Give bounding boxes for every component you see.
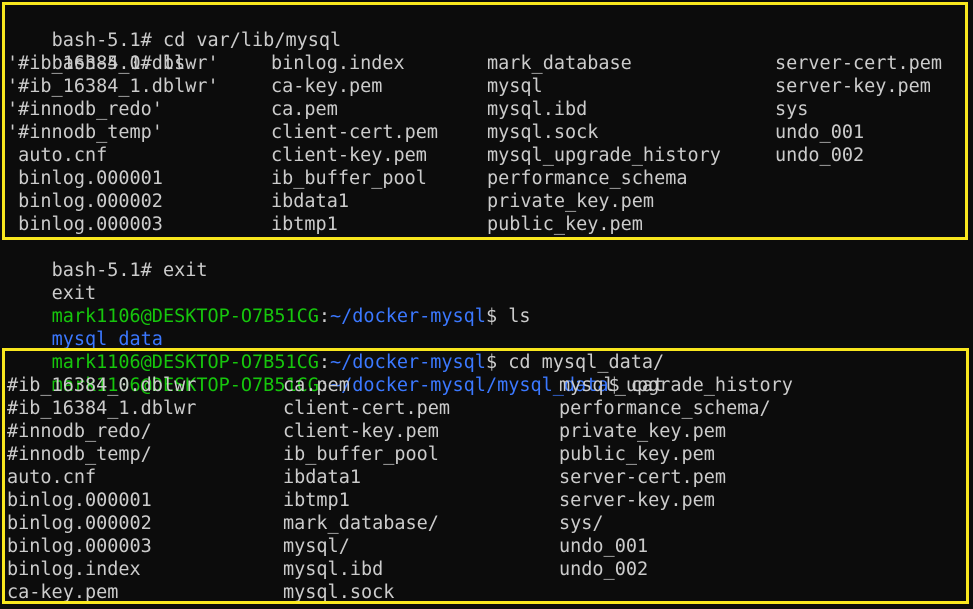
file-name: binlog.000002 <box>7 191 163 212</box>
prompt-separator: : <box>318 306 331 327</box>
file-name: mysql.sock <box>283 582 395 603</box>
file-name: private_key.pem <box>487 191 655 212</box>
file-name: '#ib_16384_0.dblwr' <box>7 53 219 74</box>
file-name: server-cert.pem <box>775 53 943 74</box>
file-name: ca.pem <box>271 99 338 120</box>
file-name: mysql.sock <box>487 122 599 143</box>
file-name: ca.pem <box>283 375 350 396</box>
file-name: mysql/ <box>283 536 350 557</box>
file-name: sys/ <box>559 513 604 534</box>
file-name: public_key.pem <box>487 214 643 235</box>
file-name: ibtmp1 <box>283 490 350 511</box>
terminal-window[interactable]: bash-5.1# cd var/lib/mysql bash-5.1# ls … <box>0 0 973 609</box>
file-name: binlog.000001 <box>7 490 152 511</box>
file-name: binlog.000003 <box>7 214 163 235</box>
prompt-dollar: $ <box>485 306 498 327</box>
file-name: mysql <box>487 76 543 97</box>
file-name: client-key.pem <box>271 145 427 166</box>
terminal-line-prompt-ls: mark1106@DESKTOP-O7B51CG:~/docker-mysql$… <box>7 282 531 327</box>
terminal-line-prompt-cat: mark1106@DESKTOP-O7B51CG:~/docker-mysql/… <box>7 351 665 396</box>
file-name: mysql_upgrade_history <box>487 145 721 166</box>
file-name: ca-key.pem <box>271 76 383 97</box>
file-name: ca-key.pem <box>7 582 119 603</box>
file-name: server-key.pem <box>775 76 931 97</box>
file-name: #ib_16384_1.dblwr <box>7 398 197 419</box>
terminal-line-exit-output: exit <box>7 259 97 304</box>
command-text: ls <box>497 306 531 327</box>
file-name: undo_001 <box>775 122 865 143</box>
file-name: #innodb_temp/ <box>7 444 152 465</box>
terminal-line-ls: bash-5.1# ls <box>7 29 186 74</box>
file-name: mysql.ibd <box>487 99 588 120</box>
file-name: ib_buffer_pool <box>283 444 439 465</box>
file-name: client-key.pem <box>283 421 439 442</box>
file-name: ibdata1 <box>283 467 361 488</box>
file-name: binlog.000001 <box>7 168 163 189</box>
file-name: performance_schema <box>487 168 688 189</box>
file-name: client-cert.pem <box>283 398 451 419</box>
file-name: undo_002 <box>559 559 649 580</box>
file-name: binlog.index <box>7 559 141 580</box>
file-name: ib_buffer_pool <box>271 168 427 189</box>
file-name: private_key.pem <box>559 421 727 442</box>
file-name: server-cert.pem <box>559 467 727 488</box>
file-name: auto.cnf <box>7 467 97 488</box>
terminal-line-cd-mysql: bash-5.1# cd var/lib/mysql <box>7 6 342 51</box>
file-name: mark_database/ <box>283 513 439 534</box>
file-name: auto.cnf <box>7 145 108 166</box>
file-name: ibtmp1 <box>271 214 338 235</box>
file-name: server-key.pem <box>559 490 715 511</box>
file-name: undo_001 <box>559 536 649 557</box>
prompt-path: ~/docker-mysql <box>330 306 486 327</box>
file-name: mark_database <box>487 53 632 74</box>
file-name: binlog.000002 <box>7 513 152 534</box>
terminal-line-ls-output: mysql_data <box>7 305 163 350</box>
file-name: ibdata1 <box>271 191 349 212</box>
file-name: public_key.pem <box>559 444 715 465</box>
file-name: performance_schema/ <box>559 398 771 419</box>
file-name: mysql_upgrade_history <box>559 375 793 396</box>
file-name: binlog.000003 <box>7 536 152 557</box>
terminal-line-prompt-cd: mark1106@DESKTOP-O7B51CG:~/docker-mysql$… <box>7 328 665 373</box>
file-name: mysql.ibd <box>283 559 384 580</box>
file-name: sys <box>775 99 809 120</box>
file-name: #ib_16384_0.dblwr <box>7 375 197 396</box>
file-name: #innodb_redo/ <box>7 421 152 442</box>
file-name: client-cert.pem <box>271 122 439 143</box>
file-name: binlog.index <box>271 53 405 74</box>
file-name: '#ib_16384_1.dblwr' <box>7 76 219 97</box>
file-name: undo_002 <box>775 145 865 166</box>
terminal-line-exit: bash-5.1# exit <box>7 236 208 281</box>
file-name: '#innodb_redo' <box>7 99 163 120</box>
file-name: '#innodb_temp' <box>7 122 163 143</box>
